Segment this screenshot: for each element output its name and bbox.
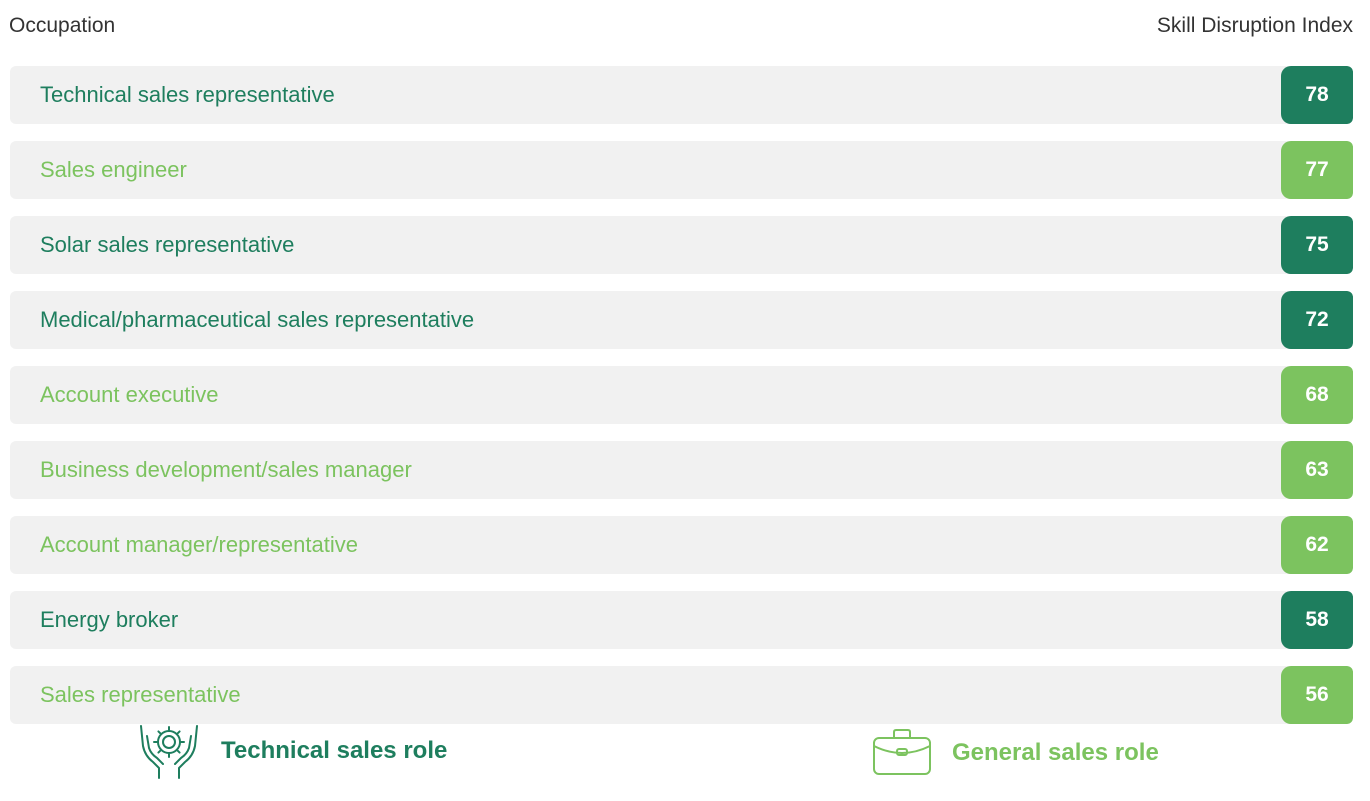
briefcase-icon (873, 729, 931, 775)
occupation-row: Account executive 68 (10, 366, 1353, 424)
legend-general-label: General sales role (952, 739, 1159, 766)
disruption-score: 56 (1281, 666, 1353, 724)
occupation-row: Technical sales representative 78 (10, 66, 1353, 124)
legend-technical: Technical sales role (137, 722, 447, 780)
occupation-row: Energy broker 58 (10, 591, 1353, 649)
disruption-score: 72 (1281, 291, 1353, 349)
disruption-score: 63 (1281, 441, 1353, 499)
disruption-score: 68 (1281, 366, 1353, 424)
occupation-row: Account manager/representative 62 (10, 516, 1353, 574)
legend-technical-label: Technical sales role (221, 737, 448, 764)
occupation-label: Technical sales representative (40, 82, 335, 107)
disruption-score: 62 (1281, 516, 1353, 574)
chart-header: Occupation Skill Disruption Index (9, 14, 1353, 38)
occupation-list: Technical sales representative 78 Sales en… (10, 66, 1353, 741)
disruption-score: 77 (1281, 141, 1353, 199)
occupation-row: Business development/sales manager 63 (10, 441, 1353, 499)
occupation-row: Medical/pharmaceutical sales representat… (10, 291, 1353, 349)
occupation-label: Sales engineer (40, 157, 187, 182)
legend: Technical sales role General sales role (0, 722, 1370, 792)
index-column-label: Skill Disruption Index (1156, 14, 1353, 37)
occupation-label: Business development/sales manager (40, 457, 412, 482)
disruption-score: 78 (1281, 66, 1353, 124)
occupation-label: Energy broker (40, 607, 179, 632)
disruption-score: 58 (1281, 591, 1353, 649)
occupation-row: Sales engineer 77 (10, 141, 1353, 199)
occupation-label: Sales representative (40, 682, 241, 707)
occupation-row: Sales representative 56 (10, 666, 1353, 724)
disruption-score: 75 (1281, 216, 1353, 274)
legend-general: General sales role (872, 728, 1159, 778)
occupation-label: Medical/pharmaceutical sales representat… (40, 307, 475, 332)
occupation-row: Solar sales representative 75 (10, 216, 1353, 274)
occupation-label: Account executive (40, 382, 219, 407)
gear-hands-icon (140, 725, 198, 779)
occupation-label: Account manager/representative (40, 532, 358, 557)
occupation-label: Solar sales representative (40, 232, 295, 257)
occupation-column-label: Occupation (9, 14, 116, 37)
